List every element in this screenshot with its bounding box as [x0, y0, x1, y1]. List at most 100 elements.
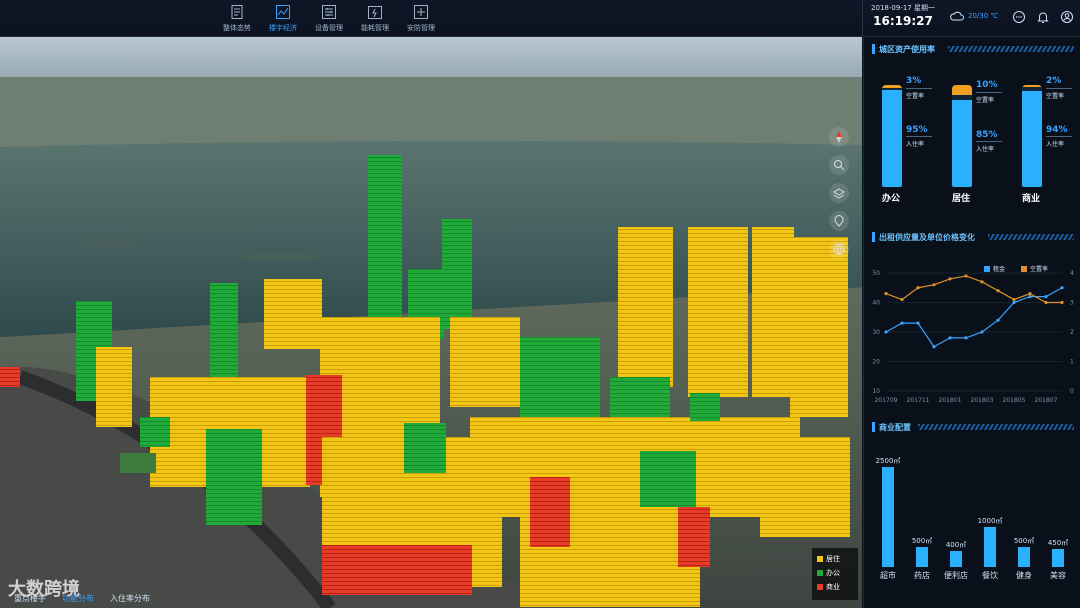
- location-icon[interactable]: [829, 211, 849, 231]
- util-residential: 10% 空置率 85% 入住率 居住: [934, 80, 1004, 245]
- category-label: 药店: [914, 570, 930, 580]
- bar-value-label: 2500㎡: [876, 457, 901, 465]
- title-stripe: [918, 424, 1074, 430]
- globe-icon[interactable]: [829, 239, 849, 259]
- clock: 2018-09-17 星期一 16:19:27: [864, 3, 942, 28]
- vacancy-fill: [1022, 85, 1042, 88]
- header-actions: [1012, 10, 1074, 24]
- occupancy-value: 94%: [1046, 125, 1068, 135]
- legend-label: 居住: [826, 555, 840, 563]
- line-chart: 10 20 30 40 50 0 1 2 3 4 201709 201711 201801 201803 2…: [872, 270, 1074, 404]
- data-point: [1060, 300, 1064, 305]
- nav-item-building-economy[interactable]: 楼宇经济: [260, 0, 306, 36]
- data-point: [916, 286, 920, 290]
- y-left-tick-label: 40: [872, 300, 880, 307]
- leader-line: [976, 92, 1002, 93]
- bar: [1052, 549, 1064, 567]
- nav-item-label: 能耗管理: [361, 23, 389, 32]
- tab-occupancy-distribution[interactable]: 入住率分布: [110, 593, 150, 604]
- layers-icon[interactable]: [829, 183, 849, 203]
- date-text: 2018-09-17 星期一: [871, 4, 935, 12]
- compass-icon[interactable]: [829, 127, 849, 147]
- legend-item-residential: 居住: [817, 552, 853, 566]
- category-label: 居住: [952, 194, 971, 204]
- y-left-tick-label: 10: [872, 388, 880, 395]
- x-tick-label: 201711: [907, 397, 930, 404]
- nav-item-energy-management[interactable]: 能耗管理: [352, 0, 398, 36]
- data-point: [980, 280, 984, 284]
- tab-key-buildings[interactable]: 重点楼宇: [14, 593, 46, 604]
- vacancy-value: 3%: [906, 76, 922, 86]
- series-line: [885, 275, 1062, 304]
- nav-item-label: 楼宇经济: [269, 23, 297, 32]
- bottom-tabs: 重点楼宇 功能分布 入住率分布: [0, 588, 150, 608]
- bar-value-label: 500㎡: [912, 537, 932, 545]
- bell-icon[interactable]: [1036, 10, 1050, 24]
- cloud-icon: [950, 11, 964, 21]
- tab-function-distribution[interactable]: 功能分布: [62, 593, 94, 604]
- data-point: [980, 330, 984, 334]
- energy-icon: [368, 5, 382, 19]
- y-left-tick-label: 30: [872, 329, 880, 336]
- data-point: [884, 292, 888, 296]
- occupancy-value: 85%: [976, 130, 998, 140]
- leader-line: [906, 136, 932, 137]
- vacancy-fill: [952, 85, 972, 96]
- category-label: 健身: [1016, 570, 1032, 580]
- map-legend: 居住 办公 商业: [812, 548, 858, 600]
- nav-item-security-management[interactable]: 安防管理: [398, 0, 444, 36]
- bar: [916, 547, 928, 567]
- top-bar: 整体态势 楼宇经济 设备管理 能耗管理 安防管理 2018-09-17 星期一 …: [0, 0, 1080, 37]
- section-title: 出租供应量及单位价格变化: [872, 230, 975, 244]
- y-right-tick-label: 4: [1070, 270, 1074, 277]
- user-icon[interactable]: [1060, 10, 1074, 24]
- legend-label: 商业: [826, 583, 840, 591]
- line-chart-icon: [276, 4, 290, 19]
- y-left-tick-label: 50: [872, 270, 880, 277]
- data-point: [900, 297, 904, 302]
- nav-item-label: 安防管理: [407, 23, 435, 32]
- vacancy-label: 空置率: [976, 97, 995, 104]
- city-3d-map[interactable]: 居住 办公 商业: [0, 37, 862, 608]
- y-right-tick-label: 0: [1070, 388, 1074, 395]
- vacancy-label: 空置率: [1046, 93, 1065, 100]
- weather: 20/30 ℃: [950, 11, 998, 21]
- data-point: [948, 336, 952, 340]
- x-tick-label: 201803: [971, 397, 994, 404]
- data-point: [884, 330, 888, 334]
- sliders-icon: [322, 4, 336, 19]
- bar-value-label: 400㎡: [946, 541, 966, 549]
- data-point: [1012, 300, 1016, 305]
- nav-item-label: 整体态势: [223, 23, 251, 32]
- nav-item-device-management[interactable]: 设备管理: [306, 0, 352, 36]
- x-tick-label: 201807: [1035, 397, 1058, 404]
- y-right-tick-label: 1: [1070, 359, 1074, 366]
- data-point: [964, 274, 968, 278]
- data-point: [1028, 292, 1032, 296]
- chat-icon[interactable]: [1012, 10, 1026, 24]
- vacancy-value: 10%: [976, 80, 998, 90]
- bar-chart: 2500㎡超市 500㎡药店 400㎡便利店 1000㎡餐饮 500㎡健身 450㎡美容: [876, 457, 1069, 580]
- bar-value-label: 1000㎡: [978, 517, 1003, 525]
- util-bar: [952, 85, 972, 187]
- weather-text: 20/30 ℃: [968, 12, 999, 20]
- data-point: [996, 318, 1000, 322]
- legend-label: 办公: [826, 569, 840, 577]
- occupancy-value: 95%: [906, 125, 928, 135]
- occupancy-label: 入住率: [976, 146, 995, 153]
- data-point: [996, 289, 1000, 293]
- category-label: 超市: [880, 570, 896, 580]
- nav-item-overview[interactable]: 整体态势: [214, 0, 260, 36]
- search-icon[interactable]: [829, 155, 849, 175]
- legend-swatch: [817, 570, 823, 576]
- nav-item-label: 设备管理: [315, 23, 343, 32]
- data-point: [1060, 286, 1064, 290]
- x-tick-label: 201709: [875, 397, 898, 404]
- occupancy-label: 入住率: [1046, 141, 1065, 148]
- category-label: 美容: [1050, 570, 1066, 580]
- main-nav: 整体态势 楼宇经济 设备管理 能耗管理 安防管理: [214, 0, 444, 36]
- data-point: [1044, 295, 1048, 299]
- data-point: [932, 283, 936, 287]
- vacancy-value: 2%: [1046, 76, 1062, 86]
- bar: [950, 551, 962, 567]
